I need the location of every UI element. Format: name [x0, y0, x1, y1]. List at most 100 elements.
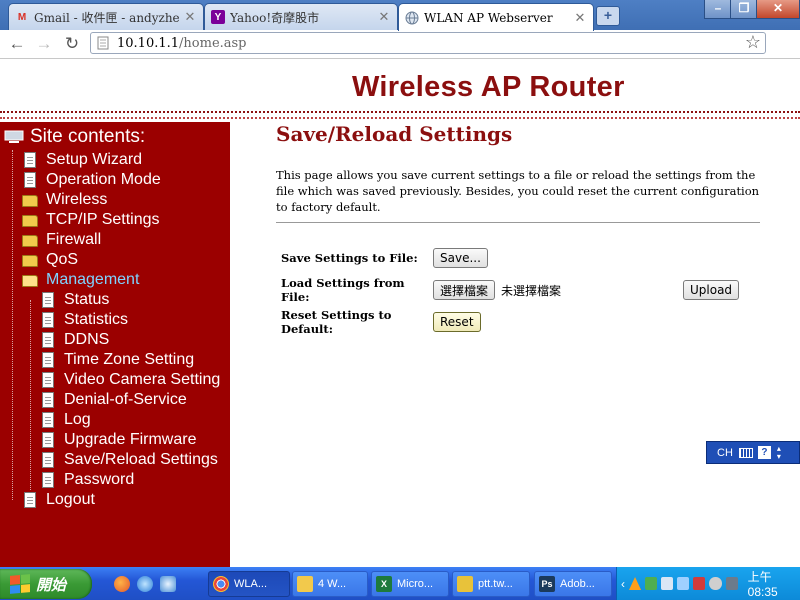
close-icon[interactable]: ✕ — [183, 9, 197, 25]
sidebar-item-password[interactable]: Password — [40, 470, 134, 490]
tray-expand-icon[interactable]: ‹ — [621, 577, 625, 591]
reload-icon[interactable]: ↻ — [61, 34, 83, 54]
document-icon — [42, 412, 54, 428]
keyboard-icon[interactable] — [738, 447, 753, 458]
sidebar-item-wireless[interactable]: Wireless — [22, 190, 107, 210]
show-desktop-icon[interactable] — [160, 576, 176, 592]
globe-icon — [405, 11, 419, 25]
browser-tabstrip: M Gmail - 收件匣 - andyzhengsh ✕ Y Yahoo!奇摩… — [0, 0, 800, 31]
upload-button[interactable]: Upload — [683, 280, 740, 300]
document-icon — [24, 152, 36, 168]
sidebar-item-label: Password — [64, 471, 135, 488]
choose-file-button[interactable]: 選擇檔案 — [433, 280, 496, 300]
sidebar-item-operation-mode[interactable]: Operation Mode — [22, 170, 161, 190]
taskbar-item-putty[interactable]: ptt.tw... — [452, 571, 530, 597]
help-icon[interactable]: ? — [757, 446, 771, 459]
sidebar-item-video-camera-setting[interactable]: Video Camera Setting — [40, 370, 220, 390]
disk-icon[interactable] — [725, 577, 738, 590]
close-icon[interactable]: ✕ — [377, 9, 391, 25]
tab-title: Yahoo!奇摩股市 — [230, 10, 320, 25]
start-label: 開始 — [36, 576, 67, 594]
sidebar-item-logout[interactable]: Logout — [22, 490, 95, 510]
sidebar-item-label: TCP/IP Settings — [46, 211, 160, 228]
clock[interactable]: 上午 08:35 — [748, 568, 800, 599]
reset-settings-row: Reset Settings to Default: Reset — [281, 308, 481, 336]
taskbar-item-label: Micro... — [397, 578, 434, 590]
antivirus-icon[interactable] — [693, 577, 706, 590]
folder-icon — [297, 576, 313, 592]
excel-icon: X — [376, 576, 392, 592]
close-icon[interactable]: ✕ — [573, 10, 587, 26]
internet-explorer-icon[interactable] — [137, 576, 153, 592]
network-icon[interactable] — [645, 577, 658, 590]
sidebar-item-save-reload-settings[interactable]: Save/Reload Settings — [40, 450, 218, 470]
firefox-icon[interactable] — [114, 576, 130, 592]
sidebar-item-qos[interactable]: QoS — [22, 250, 78, 270]
sidebar-item-log[interactable]: Log — [40, 410, 91, 430]
windows-logo-icon — [10, 574, 30, 594]
sidebar-item-management[interactable]: Management — [22, 270, 139, 290]
sidebar-item-label: Save/Reload Settings — [64, 451, 218, 468]
tab-title: WLAN AP Webserver — [424, 10, 553, 25]
ime-options-icon[interactable]: ▴ ▾ — [777, 444, 781, 461]
new-tab-button[interactable]: + — [596, 6, 620, 26]
sidebar-item-label: Logout — [46, 491, 95, 508]
sidebar-item-upgrade-firmware[interactable]: Upgrade Firmware — [40, 430, 196, 450]
system-tray: ‹ 上午 08:35 — [616, 567, 800, 600]
sidebar-item-denial-of-service[interactable]: Denial-of-Service — [40, 390, 187, 410]
content-divider — [276, 222, 760, 223]
back-icon[interactable]: ← — [6, 34, 28, 54]
taskbar-item-photoshop[interactable]: Ps Adob... — [534, 571, 612, 597]
gmail-icon: M — [17, 11, 27, 23]
save-settings-label: Save Settings to File: — [281, 251, 418, 265]
sidebar-item-label: Time Zone Setting — [64, 351, 195, 368]
minimize-button[interactable]: – — [704, 0, 732, 19]
save-settings-row: Save Settings to File: Save... — [281, 247, 488, 269]
ime-language-bar[interactable]: CH ? ▴ ▾ — [706, 441, 800, 464]
tree-line — [12, 150, 13, 500]
ime-language-label[interactable]: CH — [717, 447, 733, 459]
reset-button[interactable]: Reset — [433, 312, 481, 332]
taskbar-item-explorer[interactable]: 4 W... — [292, 571, 368, 597]
reset-settings-label: Reset Settings to Default: — [281, 308, 392, 336]
save-button[interactable]: Save... — [433, 248, 488, 268]
sidebar-item-status[interactable]: Status — [40, 290, 109, 310]
close-window-button[interactable]: ✕ — [756, 0, 800, 19]
monitor-icon[interactable] — [661, 577, 674, 590]
forward-icon[interactable]: → — [33, 34, 55, 54]
sidebar-item-time-zone-setting[interactable]: Time Zone Setting — [40, 350, 194, 370]
volume-icon[interactable] — [709, 577, 722, 590]
address-path: /home.asp — [179, 36, 247, 51]
sidebar-item-ddns[interactable]: DDNS — [40, 330, 109, 350]
sidebar-item-label: Video Camera Setting — [64, 371, 221, 388]
browser-toolbar: ← → ↻ 10.10.1.1/home.asp ☆ — [0, 30, 800, 83]
photoshop-icon: Ps — [539, 576, 555, 592]
tab-title: Gmail - 收件匣 - andyzhengsh — [34, 10, 179, 25]
sidebar-item-label: Upgrade Firmware — [64, 431, 197, 448]
tab-gmail[interactable]: M Gmail - 收件匣 - andyzhengsh ✕ — [8, 3, 204, 30]
restore-button[interactable]: ❐ — [730, 0, 758, 19]
sidebar-item-label: Statistics — [64, 311, 129, 328]
bluetooth-icon[interactable] — [677, 577, 690, 590]
bookmark-star-icon[interactable]: ☆ — [745, 32, 761, 53]
yahoo-icon: Y — [211, 10, 225, 24]
tree-line — [30, 300, 31, 490]
vlc-icon[interactable] — [629, 577, 642, 590]
sidebar-item-tcpip-settings[interactable]: TCP/IP Settings — [22, 210, 160, 230]
document-icon — [42, 392, 54, 408]
address-bar[interactable]: 10.10.1.1/home.asp ☆ — [90, 32, 766, 54]
start-button[interactable]: 開始 — [0, 569, 92, 599]
sidebar-header: Site contents: — [4, 126, 145, 148]
page-title: Save/Reload Settings — [276, 122, 513, 146]
taskbar-item-excel[interactable]: X Micro... — [371, 571, 449, 597]
folder-icon — [22, 195, 38, 207]
sidebar-item-setup-wizard[interactable]: Setup Wizard — [22, 150, 142, 170]
tab-wlan-ap[interactable]: WLAN AP Webserver ✕ — [398, 3, 594, 31]
sidebar-item-firewall[interactable]: Firewall — [22, 230, 101, 250]
sidebar-item-label: Wireless — [46, 191, 108, 208]
tab-yahoo[interactable]: Y Yahoo!奇摩股市 ✕ — [204, 3, 398, 30]
sidebar-item-label: Status — [64, 291, 110, 308]
load-settings-row: Load Settings from File: 選擇檔案 未選擇檔案 Uplo… — [281, 276, 751, 304]
sidebar-item-statistics[interactable]: Statistics — [40, 310, 128, 330]
taskbar-item-chrome[interactable]: WLA... — [208, 571, 290, 597]
